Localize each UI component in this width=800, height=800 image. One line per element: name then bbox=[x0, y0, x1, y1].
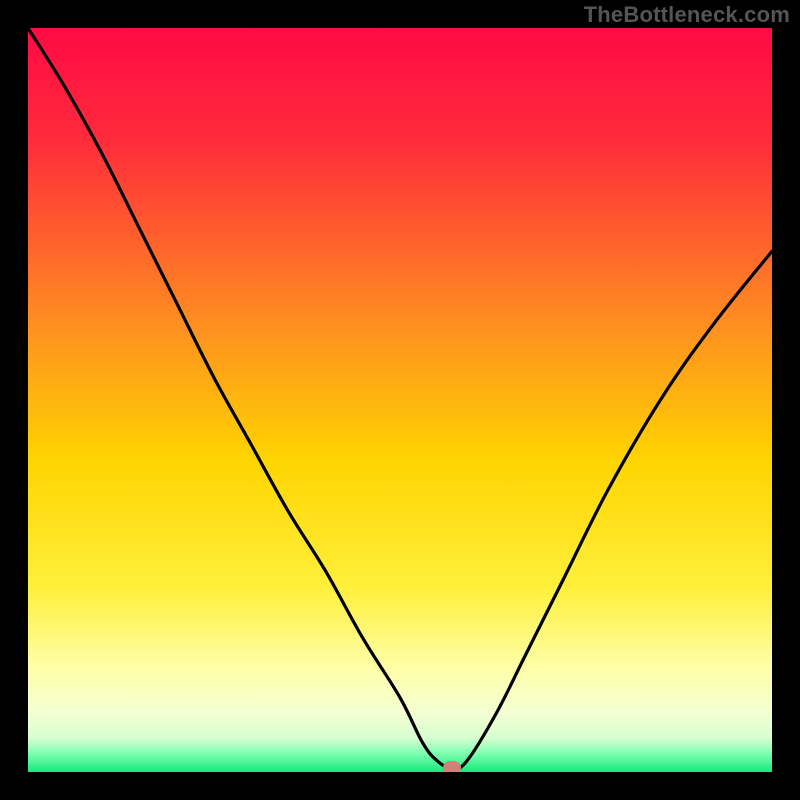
plot-area bbox=[28, 28, 772, 772]
heat-gradient-background bbox=[28, 28, 772, 772]
chart-frame: TheBottleneck.com bbox=[0, 0, 800, 800]
attribution-label: TheBottleneck.com bbox=[584, 2, 790, 28]
